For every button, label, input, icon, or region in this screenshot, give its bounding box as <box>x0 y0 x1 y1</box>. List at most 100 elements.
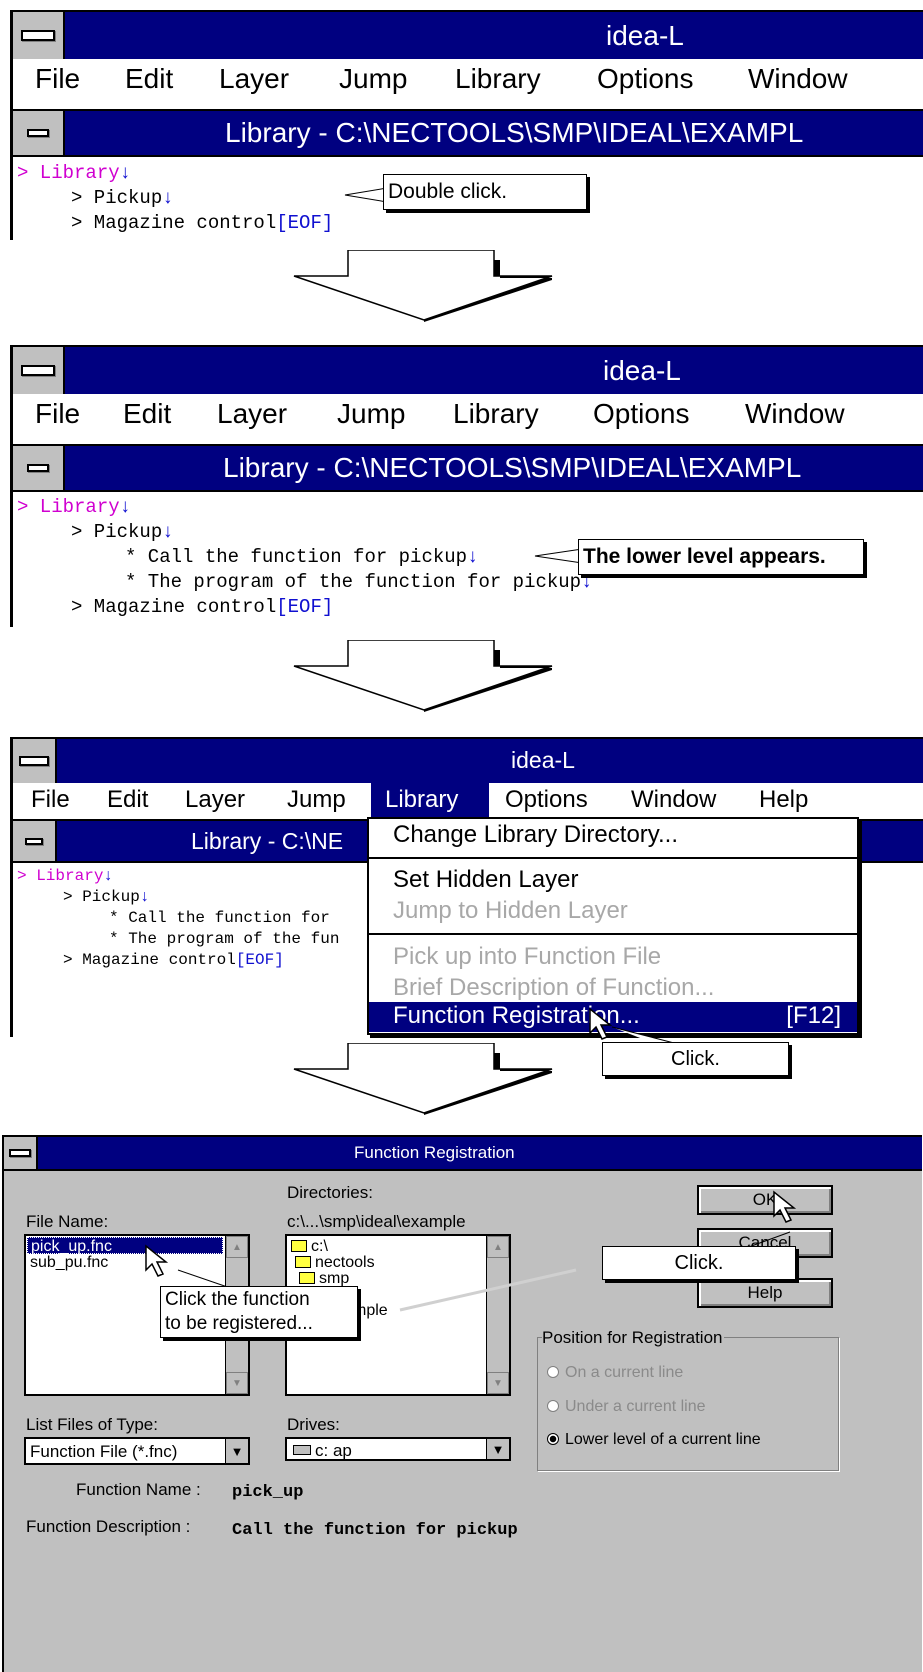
tree-pickup[interactable]: > Pickup↓ <box>63 888 149 906</box>
app-titlebar: idea-L <box>13 347 923 394</box>
menu-layer[interactable]: Layer <box>217 398 287 430</box>
menu-layer[interactable]: Layer <box>219 63 289 95</box>
directory-path: c:\...\smp\ideal\example <box>287 1212 466 1231</box>
system-menu-icon[interactable] <box>13 12 65 59</box>
menu-file[interactable]: File <box>35 398 80 430</box>
scroll-down-icon[interactable]: ▼ <box>487 1372 509 1394</box>
menu-separator <box>369 933 857 935</box>
function-name-value: pick_up <box>232 1483 304 1502</box>
menu-edit[interactable]: Edit <box>107 786 148 814</box>
app-window-step1: idea-L File Edit Layer Jump Library Opti… <box>10 10 923 240</box>
menu-jump[interactable]: Jump <box>339 63 407 95</box>
radio-under-current-line: Under a current line <box>547 1398 706 1416</box>
radio-on-current-line: On a current line <box>547 1364 683 1382</box>
callout-lower-level: The lower level appears. <box>578 539 864 575</box>
scroll-up-icon[interactable]: ▲ <box>487 1236 509 1258</box>
menu-jump[interactable]: Jump <box>337 398 405 430</box>
tree-magazine[interactable]: > Magazine control[EOF] <box>71 596 333 618</box>
drive-icon <box>293 1445 311 1455</box>
file-name-label: File Name: <box>26 1212 109 1231</box>
dropdown-arrow-icon[interactable]: ▼ <box>225 1439 248 1463</box>
library-dropdown-menu: Change Library Directory... Set Hidden L… <box>367 817 859 1035</box>
app-titlebar: idea-L <box>13 739 923 783</box>
callout-click-menu: Click. <box>602 1042 789 1076</box>
menu-jump[interactable]: Jump <box>287 786 346 814</box>
system-menu-icon[interactable] <box>13 739 57 783</box>
menu-file[interactable]: File <box>31 786 70 814</box>
menu-item-set-hidden-layer[interactable]: Set Hidden Layer <box>393 866 578 894</box>
tree-call-function[interactable]: * Call the function for <box>109 909 330 927</box>
tree-magazine[interactable]: > Magazine control[EOF] <box>63 951 284 969</box>
tree-magazine[interactable]: > Magazine control[EOF] <box>71 212 333 234</box>
callout-click-ok: Click. <box>602 1246 796 1280</box>
menubar: File Edit Layer Jump Library Options Win… <box>13 59 923 111</box>
tree-library[interactable]: > Library↓ <box>17 867 113 885</box>
menu-window[interactable]: Window <box>745 398 845 430</box>
down-arrow-icon <box>293 640 553 712</box>
scroll-down-icon[interactable]: ▼ <box>226 1372 248 1394</box>
list-type-select[interactable]: Function File (*.fnc) ▼ <box>24 1437 250 1465</box>
doc-system-menu-icon[interactable] <box>13 111 65 155</box>
tree-pickup[interactable]: > Pickup↓ <box>71 187 174 209</box>
doc-titlebar: Library - C:\NECTOOLS\SMP\IDEAL\EXAMPL <box>13 444 923 492</box>
menu-separator <box>369 857 857 859</box>
menu-library[interactable]: Library <box>453 398 539 430</box>
menu-window[interactable]: Window <box>748 63 848 95</box>
app-titlebar: idea-L <box>13 12 923 59</box>
tree-pickup[interactable]: > Pickup↓ <box>71 521 174 543</box>
tree-program-function[interactable]: * The program of the function for pickup… <box>125 571 592 593</box>
doc-system-menu-icon[interactable] <box>13 821 57 861</box>
radio-selected-icon <box>547 1433 559 1445</box>
menu-layer[interactable]: Layer <box>185 786 245 814</box>
menubar: File Edit Layer Jump Library Options Win… <box>13 783 923 821</box>
radio-lower-level[interactable]: Lower level of a current line <box>547 1431 761 1449</box>
dir-list-scrollbar[interactable]: ▲ ▼ <box>486 1236 509 1394</box>
function-description-value: Call the function for pickup <box>232 1521 518 1540</box>
menu-library[interactable]: Library <box>385 786 458 814</box>
file-item-sub-pu[interactable]: sub_pu.fnc <box>30 1254 108 1271</box>
dir-item-example[interactable]: mple <box>353 1302 388 1320</box>
scroll-up-icon[interactable]: ▲ <box>226 1236 248 1258</box>
dialog-system-menu-icon[interactable] <box>4 1137 38 1169</box>
menu-edit[interactable]: Edit <box>125 63 173 95</box>
menu-edit[interactable]: Edit <box>123 398 171 430</box>
position-group-label: Position for Registration <box>542 1328 725 1348</box>
app-title: idea-L <box>511 747 575 773</box>
doc-system-menu-icon[interactable] <box>13 446 65 490</box>
mouse-cursor-icon <box>145 1244 169 1277</box>
directories-label: Directories: <box>287 1183 373 1202</box>
system-menu-icon[interactable] <box>13 347 65 394</box>
menu-help[interactable]: Help <box>759 786 808 814</box>
radio-icon <box>547 1400 559 1412</box>
menu-options[interactable]: Options <box>597 63 694 95</box>
tree-library[interactable]: > Library↓ <box>17 496 131 518</box>
menu-options[interactable]: Options <box>593 398 690 430</box>
folder-open-icon <box>291 1240 307 1252</box>
ok-button[interactable]: OK <box>697 1185 833 1215</box>
function-description-label: Function Description : <box>26 1517 191 1536</box>
menu-item-change-library-directory[interactable]: Change Library Directory... <box>393 821 678 849</box>
app-title: idea-L <box>606 20 684 51</box>
menu-options[interactable]: Options <box>505 786 588 814</box>
doc-title: Library - C:\NE <box>191 828 344 854</box>
drives-label: Drives: <box>287 1415 340 1434</box>
list-type-label: List Files of Type: <box>26 1415 158 1434</box>
dropdown-arrow-icon[interactable]: ▼ <box>486 1439 509 1459</box>
menu-window[interactable]: Window <box>631 786 716 814</box>
menu-item-brief-description: Brief Description of Function... <box>393 974 715 1001</box>
file-item-pick-up[interactable]: pick_up.fnc <box>27 1237 223 1255</box>
app-title: idea-L <box>603 355 681 386</box>
pointer-line <box>399 1268 577 1312</box>
dialog-title: Function Registration <box>354 1143 515 1162</box>
drives-select[interactable]: c: ap ▼ <box>285 1437 511 1461</box>
menu-item-jump-hidden-layer: Jump to Hidden Layer <box>393 897 628 924</box>
tree-library[interactable]: > Library↓ <box>17 162 131 184</box>
down-arrow-icon <box>293 250 553 322</box>
menu-library[interactable]: Library <box>455 63 541 95</box>
app-window-step2: idea-L File Edit Layer Jump Library Opti… <box>10 345 923 627</box>
menu-file[interactable]: File <box>35 63 80 95</box>
folder-open-icon <box>299 1272 315 1284</box>
help-button[interactable]: Help <box>697 1278 833 1308</box>
tree-program-function[interactable]: * The program of the fun <box>109 930 339 948</box>
tree-call-function[interactable]: * Call the function for pickup↓ <box>125 546 478 568</box>
